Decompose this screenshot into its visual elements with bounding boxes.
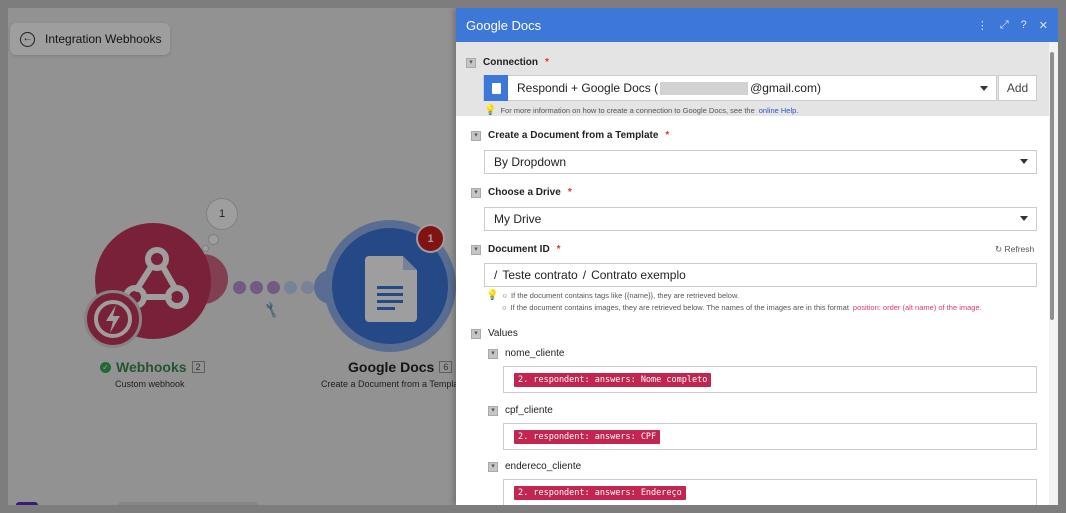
connector-dot	[301, 281, 314, 294]
template-select[interactable]: By Dropdown	[484, 150, 1037, 174]
online-help-link[interactable]: online Help.	[759, 106, 799, 115]
check-icon: ✓	[100, 361, 111, 373]
collapse-icon[interactable]: ▾	[471, 244, 481, 255]
lightbulb-icon: 💡	[486, 290, 499, 301]
collapse-icon[interactable]: ▾	[488, 405, 498, 416]
drive-select[interactable]: My Drive	[484, 207, 1037, 231]
help-icon[interactable]: ?	[1021, 19, 1027, 32]
back-button[interactable]: ← Integration Webhooks	[10, 23, 170, 55]
google-docs-icon	[484, 75, 508, 101]
google-docs-icon	[365, 256, 417, 322]
toolbar-button[interactable]	[16, 502, 38, 505]
mapped-variable-pill[interactable]: 2. respondent: answers: Endereço	[514, 485, 686, 500]
path-folder[interactable]: Teste contrato	[502, 268, 577, 282]
panel-title: Google Docs	[466, 17, 542, 33]
connector-dot	[267, 281, 280, 294]
lightbulb-icon: 💡	[484, 105, 497, 116]
webhooks-node-title: ✓ Webhooks 2	[100, 359, 205, 375]
connection-label: ▾ Connection *	[466, 57, 549, 68]
panel-header: Google Docs ⋮ ⤢ ? ✕	[456, 8, 1058, 42]
collapse-icon[interactable]: ▾	[488, 461, 498, 472]
template-label: ▾ Create a Document from a Template *	[471, 130, 669, 141]
error-count-badge[interactable]: 1	[418, 226, 443, 251]
wrench-icon[interactable]: 🔧	[262, 301, 281, 319]
arrow-left-icon: ←	[20, 31, 35, 47]
value-item-label: ▾ cpf_cliente	[488, 405, 553, 416]
path-document[interactable]: Contrato exemplo	[591, 268, 686, 282]
close-icon[interactable]: ✕	[1039, 19, 1048, 32]
chevron-down-icon	[1020, 159, 1028, 164]
value-item-label: ▾ nome_cliente	[488, 348, 564, 359]
refresh-button[interactable]: ↻ Refresh	[995, 244, 1034, 255]
expand-icon[interactable]: ⤢	[1000, 19, 1009, 32]
value-item-label: ▾ endereco_cliente	[488, 461, 581, 472]
chevron-down-icon	[1020, 216, 1028, 221]
chevron-down-icon	[980, 86, 988, 91]
refresh-icon: ↻	[995, 244, 1003, 254]
scrollbar-thumb[interactable]	[1050, 52, 1054, 320]
document-hint-1: 💡 ○ If the document contains tags like {{…	[486, 290, 740, 301]
instant-trigger-icon	[84, 290, 142, 348]
endereco-cliente-input[interactable]: 2. respondent: answers: Endereço	[503, 479, 1037, 505]
redacted-email	[660, 81, 749, 95]
more-vertical-icon[interactable]: ⋮	[977, 19, 988, 32]
document-id-label: ▾ Document ID *	[471, 244, 561, 255]
connection-select[interactable]: Respondi + Google Docs ( @gmail.com)	[483, 75, 997, 101]
gdocs-node-handle[interactable]	[314, 270, 334, 304]
values-label: ▾ Values	[471, 328, 518, 339]
connector-dot	[284, 281, 297, 294]
connector-dot	[233, 281, 246, 294]
mapped-variable-pill[interactable]: 2. respondent: answers: CPF	[514, 429, 661, 444]
gdocs-node-subtitle: Create a Document from a Templat	[321, 379, 461, 389]
document-hint-2: ○ If the document contains images, they a…	[502, 303, 982, 312]
window-frame: ← Integration Webhooks 1 🔧 ✓ Webhooks 2 …	[0, 0, 1066, 513]
add-connection-button[interactable]: Add	[998, 75, 1037, 101]
canvas-toolbar	[8, 496, 456, 505]
drive-label: ▾ Choose a Drive *	[471, 187, 572, 198]
connection-hint: 💡 For more information on how to create …	[484, 105, 799, 116]
connector-dot	[250, 281, 263, 294]
back-button-label: Integration Webhooks	[45, 32, 162, 46]
collapse-icon[interactable]: ▾	[471, 187, 481, 198]
collapse-icon[interactable]: ▾	[488, 348, 498, 359]
document-path-field[interactable]: / Teste contrato / Contrato exemplo	[484, 263, 1037, 287]
connection-section: ▾ Connection * Respondi + Google Docs ( @…	[456, 42, 1049, 116]
cpf-cliente-input[interactable]: 2. respondent: answers: CPF	[503, 423, 1037, 450]
mapped-variable-pill[interactable]: 2. respondent: answers: Nome completo	[514, 372, 712, 387]
nome-cliente-input[interactable]: 2. respondent: answers: Nome completo	[503, 366, 1037, 393]
panel-scrollbar[interactable]	[1049, 42, 1058, 505]
collapse-icon[interactable]: ▾	[471, 328, 481, 339]
gdocs-node-title: Google Docs 6	[348, 359, 453, 375]
toolbar-area	[118, 502, 258, 505]
collapse-icon[interactable]: ▾	[466, 57, 476, 68]
collapse-icon[interactable]: ▾	[471, 130, 481, 141]
module-settings-panel: Google Docs ⋮ ⤢ ? ✕ ▾ Connection * Respon…	[456, 8, 1058, 505]
webhooks-node-subtitle: Custom webhook	[115, 379, 185, 389]
